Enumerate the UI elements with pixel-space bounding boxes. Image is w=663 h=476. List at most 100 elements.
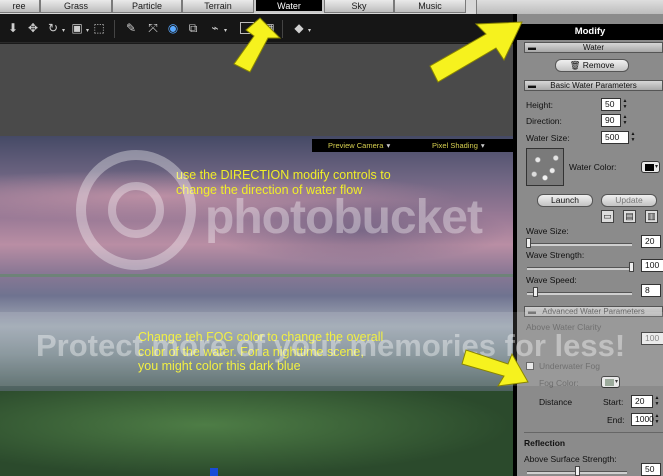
remove-button[interactable]: 🗑 Remove (555, 59, 629, 72)
water-texture-thumbnail[interactable] (526, 148, 564, 186)
surface-strength-label: Above Surface Strength: (524, 454, 617, 464)
wave-strength-label: Wave Strength: (526, 250, 585, 260)
modify-panel: Modify ▬ Water 🗑 Remove ▬ Basic Water Pa… (513, 14, 663, 476)
remove-label: Remove (582, 60, 615, 70)
fog-start-spinner[interactable]: 20 ▲ ▼ (631, 395, 659, 408)
wave-speed-field[interactable]: 8 (641, 284, 661, 297)
surface-strength-slider-thumb[interactable] (575, 466, 580, 476)
wave-strength-field[interactable]: 100 (641, 259, 663, 272)
brush-icon[interactable]: ◆ ▾ (292, 21, 311, 35)
scale-icon[interactable]: ▣ ▾ (70, 21, 89, 35)
update-label: Update (615, 195, 643, 205)
save-as-icon[interactable]: ▥ (645, 210, 658, 223)
toolbar: ⬇ ✥ ↻ ▾ ▣ ▾ ⬚ ✎ ⤧ ◉ ⧉ ⌁ ▾ ▦ ◆ ▾ (0, 14, 513, 43)
tab-label: Music (418, 1, 442, 11)
wave-strength-slider-thumb[interactable] (629, 262, 634, 272)
viewport-marker (210, 468, 218, 476)
graph-icon[interactable]: ⌁ ▾ (208, 21, 227, 35)
panel-title: Modify (517, 24, 663, 40)
fog-end-value: 1000 (635, 414, 654, 424)
wave-size-label: Wave Size: (526, 226, 569, 236)
wave-speed-value: 8 (645, 285, 650, 295)
basic-params-header[interactable]: ▬ Basic Water Parameters (524, 80, 663, 91)
arrow-down-icon[interactable]: ⬇ (6, 21, 20, 35)
wave-strength-slider[interactable] (527, 267, 632, 270)
spinner-arrows-icon[interactable]: ▲ ▼ (621, 114, 629, 127)
chevron-down-icon: ▾ (480, 141, 485, 150)
shading-label: Pixel Shading (432, 141, 478, 150)
window-icon[interactable] (240, 22, 254, 34)
object-header-label: Water (582, 43, 605, 52)
clone-icon[interactable]: ⧉ (186, 21, 200, 35)
tab-label: ree (12, 1, 26, 11)
tab-water[interactable]: Water (254, 0, 324, 13)
paint-icon[interactable]: ✎ (124, 21, 138, 35)
terrain-ground (0, 391, 513, 476)
update-button[interactable]: Update (601, 194, 657, 207)
launch-button[interactable]: Launch (537, 194, 593, 207)
water-size-spinner[interactable]: 500 ▲ ▼ (601, 131, 635, 144)
collapse-icon: ▬ (528, 81, 536, 90)
toolbar-separator (282, 20, 283, 38)
height-value: 50 (605, 99, 615, 109)
chevron-down-icon: ▾ (654, 164, 658, 170)
annotation-line: use the DIRECTION modify controls to (176, 168, 391, 182)
spinner-arrows-icon[interactable]: ▲ ▼ (653, 413, 661, 426)
wave-speed-slider-thumb[interactable] (533, 287, 538, 297)
wave-size-slider[interactable] (527, 243, 632, 246)
fog-end-spinner[interactable]: 1000 ▲ ▼ (631, 413, 659, 426)
viewport-header: Preview Camera ▾ Pixel Shading ▾ (312, 139, 513, 152)
toolbar-separator (114, 20, 115, 38)
select-region-icon[interactable]: ⬚ (92, 21, 106, 35)
camera-label: Preview Camera (328, 141, 384, 150)
folder-open-icon[interactable]: ▭ (601, 210, 614, 223)
tab-grass[interactable]: Grass (40, 0, 112, 13)
render-viewport[interactable]: Preview Camera ▾ Pixel Shading ▾ use the D… (0, 136, 513, 476)
spinner-arrows-icon[interactable]: ▲ ▼ (621, 98, 629, 111)
tab-particle[interactable]: Particle (112, 0, 182, 13)
tab-bar-filler (476, 0, 663, 14)
wave-size-field[interactable]: 20 (641, 235, 661, 248)
wave-speed-slider[interactable] (527, 292, 632, 295)
surface-strength-value: 50 (645, 464, 655, 474)
fog-start-value: 20 (635, 396, 645, 406)
chevron-down-icon: ▾ (386, 141, 391, 150)
height-spinner[interactable]: 50 ▲ ▼ (601, 98, 627, 111)
water-color-picker[interactable]: ▾ (641, 161, 660, 173)
save-icon[interactable]: ▤ (623, 210, 636, 223)
tab-terrain[interactable]: Terrain (182, 0, 254, 13)
water-size-value: 500 (605, 132, 620, 142)
object-header[interactable]: ▬ Water (524, 42, 663, 53)
tab-label: Water (277, 1, 301, 11)
tab-label: Grass (63, 1, 88, 11)
panel-divider (524, 432, 663, 433)
watermark-text: Protect more of your memories for less! (36, 328, 626, 363)
wave-size-value: 20 (645, 236, 655, 246)
globe-icon[interactable]: ◉ (166, 21, 180, 35)
direction-spinner[interactable]: 90 ▲ ▼ (601, 114, 627, 127)
transform-icon[interactable]: ⤧ (146, 21, 160, 35)
move-icon[interactable]: ✥ (26, 21, 40, 35)
shading-dropdown[interactable]: Pixel Shading ▾ (432, 139, 485, 152)
tab-label: Sky (351, 1, 367, 11)
tab-music[interactable]: Music (394, 0, 466, 13)
viewport-background (0, 44, 513, 136)
spinner-arrows-icon[interactable]: ▲ ▼ (653, 395, 661, 408)
direction-value: 90 (605, 115, 615, 125)
trash-icon: 🗑 (569, 60, 581, 70)
height-label: Height: (526, 100, 553, 110)
camera-dropdown[interactable]: Preview Camera ▾ (328, 139, 390, 152)
tab-sky[interactable]: Sky (324, 0, 394, 13)
reflection-label: Reflection (524, 438, 566, 448)
grid-icon[interactable]: ▦ (262, 21, 276, 35)
wave-strength-value: 100 (645, 260, 660, 270)
spinner-arrows-icon[interactable]: ▲ ▼ (629, 131, 637, 144)
tab-label: Terrain (204, 1, 232, 11)
surface-strength-field[interactable]: 50 (641, 463, 661, 476)
rotate-icon[interactable]: ↻ ▾ (46, 21, 65, 35)
wave-size-slider-thumb[interactable] (526, 238, 531, 248)
tab-tree[interactable]: ree (0, 0, 40, 13)
water-color-label: Water Color: (569, 162, 617, 172)
distance-label: Distance (539, 397, 573, 407)
end-label: End: (607, 415, 625, 425)
